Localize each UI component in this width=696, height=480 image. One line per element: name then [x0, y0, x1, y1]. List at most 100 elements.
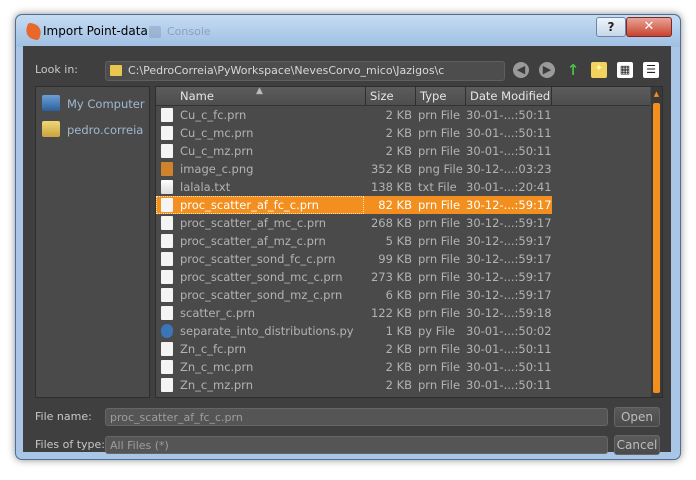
- file-row[interactable]: proc_scatter_sond_fc_c.prn 99 KB prn File 3…: [156, 250, 552, 268]
- background-window-title: Console: [147, 23, 279, 41]
- open-button[interactable]: Open: [614, 407, 660, 427]
- detail-view-icon[interactable]: ▦: [617, 62, 633, 78]
- help-button[interactable]: ?: [596, 17, 626, 37]
- file-type: txt File: [418, 180, 457, 194]
- file-date: 30-01-...:50:11: [466, 144, 552, 158]
- file-size: 2 KB: [385, 126, 412, 140]
- scrollbar-thumb[interactable]: [653, 103, 660, 393]
- file-row[interactable]: Cu_c_mc.prn 2 KB prn File 30-01-...:50:11: [156, 124, 552, 142]
- scroll-down-icon[interactable]: ▼: [651, 385, 662, 395]
- sidebar-item-pedro-correia[interactable]: pedro.correia: [42, 121, 143, 139]
- file-size: 122 KB: [370, 306, 412, 320]
- column-size[interactable]: Size: [366, 87, 416, 105]
- column-name[interactable]: Name ▲: [156, 87, 366, 105]
- file-icon: [161, 252, 173, 266]
- look-in-path: C:\PedroCorreia\PyWorkspace\NevesCorvo_m…: [128, 64, 445, 77]
- forward-icon[interactable]: ▶: [539, 62, 555, 78]
- app-icon: [24, 22, 43, 41]
- folder-icon: [110, 65, 122, 76]
- file-row[interactable]: image_c.png 352 KB png File 30-12-...:03:23: [156, 160, 552, 178]
- file-date: 30-12-...:59:17: [466, 198, 552, 212]
- file-date: 30-01-...:50:11: [466, 342, 552, 356]
- sort-ascending-icon: ▲: [256, 86, 263, 96]
- sidebar: My Computer pedro.correia: [35, 86, 150, 398]
- file-list[interactable]: Name ▲ Size Type Date Modified Cu_c_fc.pr…: [155, 86, 663, 398]
- file-size: 2 KB: [385, 360, 412, 374]
- files-of-type-combo[interactable]: All Files (*): [105, 436, 608, 454]
- file-row[interactable]: proc_scatter_af_mc_c.prn 268 KB prn File 30…: [156, 214, 552, 232]
- file-name: Cu_c_fc.prn: [180, 108, 247, 122]
- file-row[interactable]: separate_into_distributions.py 1 KB py Fil…: [156, 322, 552, 340]
- file-size: 2 KB: [385, 108, 412, 122]
- file-size: 82 KB: [378, 198, 412, 212]
- title-bar[interactable]: Import Point-data Console ? ✕: [16, 15, 680, 47]
- file-type: prn File: [418, 342, 461, 356]
- file-date: 30-12-...:59:18: [466, 306, 552, 320]
- file-size: 6 KB: [385, 288, 412, 302]
- file-row[interactable]: proc_scatter_sond_mc_c.prn 273 KB prn File…: [156, 268, 552, 286]
- file-name-input[interactable]: proc_scatter_af_fc_c.prn: [105, 408, 608, 426]
- look-in-combo[interactable]: C:\PedroCorreia\PyWorkspace\NevesCorvo_m…: [105, 61, 505, 81]
- file-row-selected[interactable]: proc_scatter_af_fc_c.prn 82 KB prn File 30-…: [156, 196, 552, 214]
- file-name: separate_into_distributions.py: [180, 324, 354, 338]
- column-date-modified[interactable]: Date Modified: [466, 87, 552, 105]
- file-date: 30-01-...:50:11: [466, 360, 552, 374]
- file-type: prn File: [418, 108, 461, 122]
- file-size: 1 KB: [385, 324, 412, 338]
- file-type: prn File: [418, 378, 461, 392]
- file-row[interactable]: scatter_c.prn 122 KB prn File 30-12-...:59:…: [156, 304, 552, 322]
- file-name-label: File name:: [35, 410, 92, 423]
- file-size: 99 KB: [378, 252, 412, 266]
- file-icon: [161, 234, 173, 248]
- new-folder-icon[interactable]: ✦: [591, 62, 607, 78]
- file-date: 30-12-...:03:23: [466, 162, 552, 176]
- file-size: 2 KB: [385, 144, 412, 158]
- file-name: lalala.txt: [180, 180, 231, 194]
- back-icon[interactable]: ◀: [513, 62, 529, 78]
- file-size: 5 KB: [385, 234, 412, 248]
- file-row[interactable]: proc_scatter_sond_mz_c.prn 6 KB prn File 30…: [156, 286, 552, 304]
- file-row[interactable]: proc_scatter_af_mz_c.prn 5 KB prn File 30-1…: [156, 232, 552, 250]
- file-type: prn File: [418, 360, 461, 374]
- file-name: proc_scatter_af_mc_c.prn: [180, 216, 327, 230]
- file-date: 30-12-...:59:17: [466, 234, 552, 248]
- computer-icon: [42, 95, 60, 111]
- file-icon: [161, 306, 173, 320]
- file-row[interactable]: Zn_c_fc.prn 2 KB prn File 30-01-...:50:11: [156, 340, 552, 358]
- close-button[interactable]: ✕: [626, 17, 672, 37]
- file-size: 268 KB: [370, 216, 412, 230]
- file-row[interactable]: Cu_c_mz.prn 2 KB prn File 30-01-...:50:11: [156, 142, 552, 160]
- console-icon: [149, 26, 161, 38]
- cancel-button[interactable]: Cancel: [614, 435, 660, 455]
- python-file-icon: [161, 324, 173, 338]
- file-type: prn File: [418, 234, 461, 248]
- file-icon: [161, 108, 173, 122]
- file-name: proc_scatter_af_mz_c.prn: [180, 234, 326, 248]
- file-row[interactable]: Zn_c_mc.prn 2 KB prn File 30-01-...:50:11: [156, 358, 552, 376]
- scroll-up-icon[interactable]: ▲: [651, 89, 662, 99]
- file-row[interactable]: Zn_c_mz.prn 2 KB prn File 30-01-...:50:11: [156, 376, 552, 394]
- file-size: 2 KB: [385, 378, 412, 392]
- file-row[interactable]: Cu_c_fc.prn 2 KB prn File 30-01-...:50:11: [156, 106, 552, 124]
- file-size: 273 KB: [370, 270, 412, 284]
- file-date: 30-12-...:59:17: [466, 270, 552, 284]
- file-icon: [161, 288, 173, 302]
- list-view-icon[interactable]: ☰: [643, 62, 659, 78]
- file-name: proc_scatter_sond_mc_c.prn: [180, 270, 343, 284]
- file-row[interactable]: lalala.txt 138 KB txt File 30-01-...:20:41: [156, 178, 552, 196]
- file-name: image_c.png: [180, 162, 254, 176]
- vertical-scrollbar[interactable]: ▲ ▼: [651, 87, 662, 397]
- file-date: 30-01-...:50:11: [466, 378, 552, 392]
- column-type[interactable]: Type: [416, 87, 466, 105]
- file-date: 30-12-...:59:17: [466, 216, 552, 230]
- sidebar-item-my-computer[interactable]: My Computer: [42, 95, 145, 113]
- up-arrow-icon[interactable]: ↑: [565, 62, 581, 78]
- file-icon: [161, 342, 173, 356]
- file-icon: [161, 378, 173, 392]
- text-file-icon: [161, 180, 173, 194]
- files-of-type-label: Files of type:: [35, 438, 106, 451]
- file-type: prn File: [418, 270, 461, 284]
- file-type: prn File: [418, 216, 461, 230]
- file-date: 30-01-...:20:41: [466, 180, 552, 194]
- file-type: prn File: [418, 144, 461, 158]
